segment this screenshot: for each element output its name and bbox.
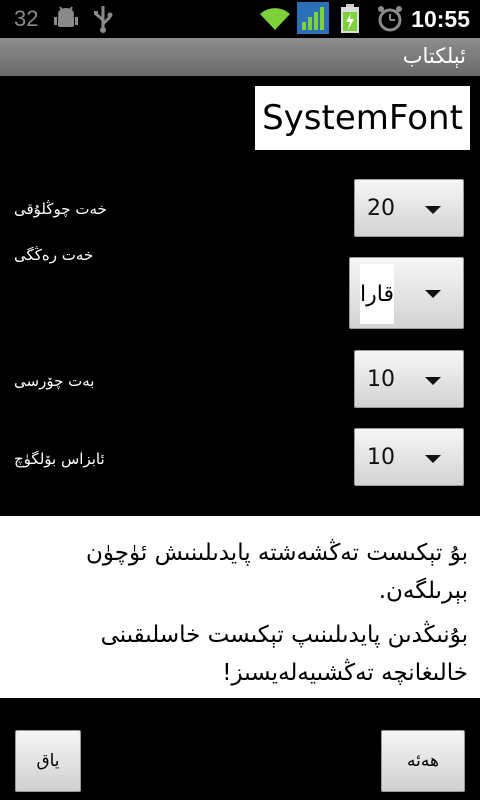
- paragraph-spacing-label: ئابزاس بۆلگۈچ: [14, 450, 105, 468]
- android-debug-icon: [54, 4, 78, 36]
- alarm-clock-icon: [376, 4, 404, 38]
- font-name-label: SystemFont: [262, 98, 463, 138]
- cancel-button[interactable]: ياق: [15, 730, 81, 792]
- font-name-button[interactable]: SystemFont: [255, 86, 470, 150]
- font-color-value: قارا: [360, 264, 394, 324]
- font-size-label: خەت چوڭلۇقى: [14, 200, 107, 218]
- page-padding-label: بەت چۆرسى: [14, 372, 95, 390]
- font-color-label: خەت رەڭگى: [14, 246, 94, 264]
- preview-panel: بۇ تېكىست تەڭشەشتە پايدىلىنىش ئۈچۈن بېرى…: [0, 516, 480, 698]
- dropdown-arrow-icon: [425, 455, 441, 463]
- page-padding-value: 10: [367, 367, 395, 392]
- font-size-value: 20: [367, 196, 395, 221]
- clock-time: 10:55: [411, 6, 470, 32]
- font-size-spinner[interactable]: 20: [354, 179, 464, 237]
- font-color-spinner[interactable]: قارا: [349, 257, 464, 329]
- title-bar: ئېلكتاب: [0, 38, 480, 76]
- signal-icon: [297, 2, 329, 38]
- paragraph-spacing-value: 10: [367, 445, 395, 470]
- battery-charging-icon: [340, 4, 360, 38]
- preview-paragraph-2: بۇنىڭدىن پايدىلىنىپ تېكىست خاسلىقىنى خال…: [100, 622, 468, 686]
- ok-button-label: ھەئە: [407, 751, 439, 771]
- page-padding-spinner[interactable]: 10: [354, 350, 464, 408]
- wifi-icon: [258, 4, 292, 38]
- ok-button[interactable]: ھەئە: [381, 730, 465, 792]
- dropdown-arrow-icon: [425, 377, 441, 385]
- cancel-button-label: ياق: [36, 751, 60, 771]
- dropdown-arrow-icon: [425, 290, 441, 298]
- preview-paragraph-1: بۇ تېكىست تەڭشەشتە پايدىلىنىش ئۈچۈن بېرى…: [85, 540, 468, 604]
- dropdown-arrow-icon: [425, 206, 441, 214]
- paragraph-spacing-spinner[interactable]: 10: [354, 428, 464, 486]
- page-title: ئېلكتاب: [402, 44, 466, 68]
- notification-count: 32: [14, 6, 39, 31]
- usb-icon: [92, 4, 114, 38]
- status-bar: 32 10:55: [0, 0, 480, 38]
